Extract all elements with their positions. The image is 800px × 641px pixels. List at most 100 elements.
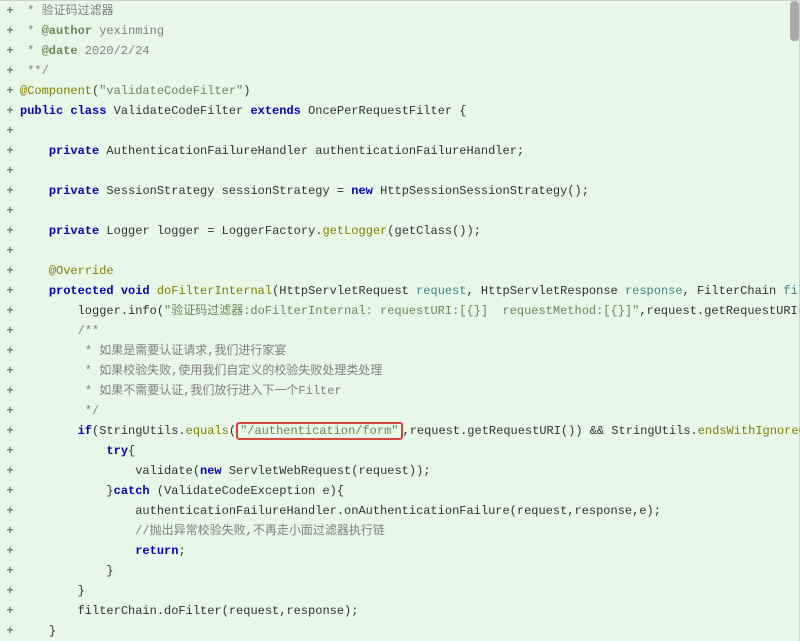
code-content: * @date 2020/2/24 (20, 41, 799, 61)
code-line: +@Component("validateCodeFilter") (0, 81, 799, 101)
code-token: Logger logger = LoggerFactory. (99, 224, 322, 238)
code-token: yexinming (92, 24, 164, 38)
diff-gutter: + (0, 361, 20, 381)
code-line: + (0, 201, 799, 221)
code-token (150, 284, 157, 298)
code-token: (StringUtils. (92, 424, 186, 438)
code-line: + private AuthenticationFailureHandler a… (0, 141, 799, 161)
code-token: * 如果是需要认证请求,我们进行家宴 (85, 344, 287, 358)
code-token: validate( (135, 464, 200, 478)
diff-gutter: + (0, 381, 20, 401)
diff-gutter: + (0, 321, 20, 341)
code-token: public class (20, 104, 106, 118)
code-content: filterChain.doFilter(request,response); (20, 601, 799, 621)
code-token: } (106, 484, 113, 498)
code-token: @Component (20, 84, 92, 98)
diff-gutter: + (0, 121, 20, 141)
diff-gutter: + (0, 561, 20, 581)
diff-gutter: + (0, 281, 20, 301)
diff-gutter: + (0, 601, 20, 621)
code-content: */ (20, 401, 799, 421)
code-line: + (0, 121, 799, 141)
code-content: authenticationFailureHandler.onAuthentic… (20, 501, 799, 521)
code-token: ServletWebRequest(request)); (222, 464, 431, 478)
code-token: //抛出异常校验失败,不再走小面过滤器执行链 (135, 524, 385, 538)
vertical-scrollbar[interactable] (790, 1, 799, 41)
code-content: private AuthenticationFailureHandler aut… (20, 141, 799, 161)
code-token: } (106, 564, 113, 578)
code-content: return; (20, 541, 799, 561)
diff-gutter: + (0, 181, 20, 201)
code-content: } (20, 621, 799, 641)
diff-gutter: + (0, 221, 20, 241)
code-token: HttpSessionSessionStrategy(); (373, 184, 589, 198)
code-line: + }catch (ValidateCodeException e){ (0, 481, 799, 501)
code-token: logger.info( (78, 304, 164, 318)
code-token: private (49, 224, 99, 238)
diff-gutter: + (0, 161, 20, 181)
code-content: **/ (20, 61, 799, 81)
code-token: @Override (49, 264, 114, 278)
diff-gutter: + (0, 41, 20, 61)
code-line: + private Logger logger = LoggerFactory.… (0, 221, 799, 241)
code-line: + * @author yexinming (0, 21, 799, 41)
code-content: validate(new ServletWebRequest(request))… (20, 461, 799, 481)
code-token: "验证码过滤器:doFilterInternal: requestURI:[{}… (164, 304, 639, 318)
code-token: * 如果校验失败,使用我们自定义的校验失败处理类处理 (85, 364, 383, 378)
code-token: filterChain (783, 284, 800, 298)
code-content: }catch (ValidateCodeException e){ (20, 481, 799, 501)
code-line: + * 验证码过滤器 (0, 1, 799, 21)
code-content: private Logger logger = LoggerFactory.ge… (20, 221, 799, 241)
code-token: @author (42, 24, 92, 38)
code-token: (ValidateCodeException e){ (150, 484, 344, 498)
code-line: + * 如果不需要认证,我们放行进入下一个Filter (0, 381, 799, 401)
code-token: extends (250, 104, 300, 118)
code-token: * 验证码过滤器 (27, 4, 113, 18)
diff-gutter: + (0, 581, 20, 601)
code-token: request (416, 284, 466, 298)
code-content: } (20, 581, 799, 601)
diff-gutter: + (0, 461, 20, 481)
code-content: try{ (20, 441, 799, 461)
code-content: * 验证码过滤器 (20, 1, 799, 21)
diff-gutter: + (0, 421, 20, 441)
code-token: * (27, 44, 41, 58)
diff-gutter: + (0, 301, 20, 321)
code-line: + /** (0, 321, 799, 341)
code-content: public class ValidateCodeFilter extends … (20, 101, 799, 121)
code-token: */ (85, 404, 99, 418)
code-token: authenticationFailureHandler.onAuthentic… (135, 504, 661, 518)
code-token: getLogger (322, 224, 387, 238)
code-content: * 如果校验失败,使用我们自定义的校验失败处理类处理 (20, 361, 799, 381)
code-token: filterChain.doFilter(request,response); (78, 604, 359, 618)
code-content: * 如果是需要认证请求,我们进行家宴 (20, 341, 799, 361)
code-token: new (200, 464, 222, 478)
code-token: protected void (49, 284, 150, 298)
code-line: + private SessionStrategy sessionStrateg… (0, 181, 799, 201)
code-line: + try{ (0, 441, 799, 461)
diff-gutter: + (0, 101, 20, 121)
code-content: if(StringUtils.equals("/authentication/f… (20, 421, 800, 441)
code-token: **/ (27, 64, 49, 78)
code-token: if (78, 424, 92, 438)
code-line: + (0, 161, 799, 181)
code-token: , HttpServletResponse (467, 284, 625, 298)
code-token: response (625, 284, 683, 298)
code-token: 2020/2/24 (78, 44, 150, 58)
code-content: @Component("validateCodeFilter") (20, 81, 799, 101)
code-line: + //抛出异常校验失败,不再走小面过滤器执行链 (0, 521, 799, 541)
code-content: //抛出异常校验失败,不再走小面过滤器执行链 (20, 521, 799, 541)
code-line: + } (0, 581, 799, 601)
code-line: + validate(new ServletWebRequest(request… (0, 461, 799, 481)
code-line: + return; (0, 541, 799, 561)
code-line: + (0, 241, 799, 261)
diff-gutter: + (0, 201, 20, 221)
code-line: + } (0, 621, 799, 641)
diff-gutter: + (0, 441, 20, 461)
code-line: + filterChain.doFilter(request,response)… (0, 601, 799, 621)
code-content: } (20, 561, 799, 581)
code-line: +public class ValidateCodeFilter extends… (0, 101, 799, 121)
code-line: + logger.info("验证码过滤器:doFilterInternal: … (0, 301, 799, 321)
code-token: private (49, 144, 99, 158)
code-content: protected void doFilterInternal(HttpServ… (20, 281, 800, 301)
